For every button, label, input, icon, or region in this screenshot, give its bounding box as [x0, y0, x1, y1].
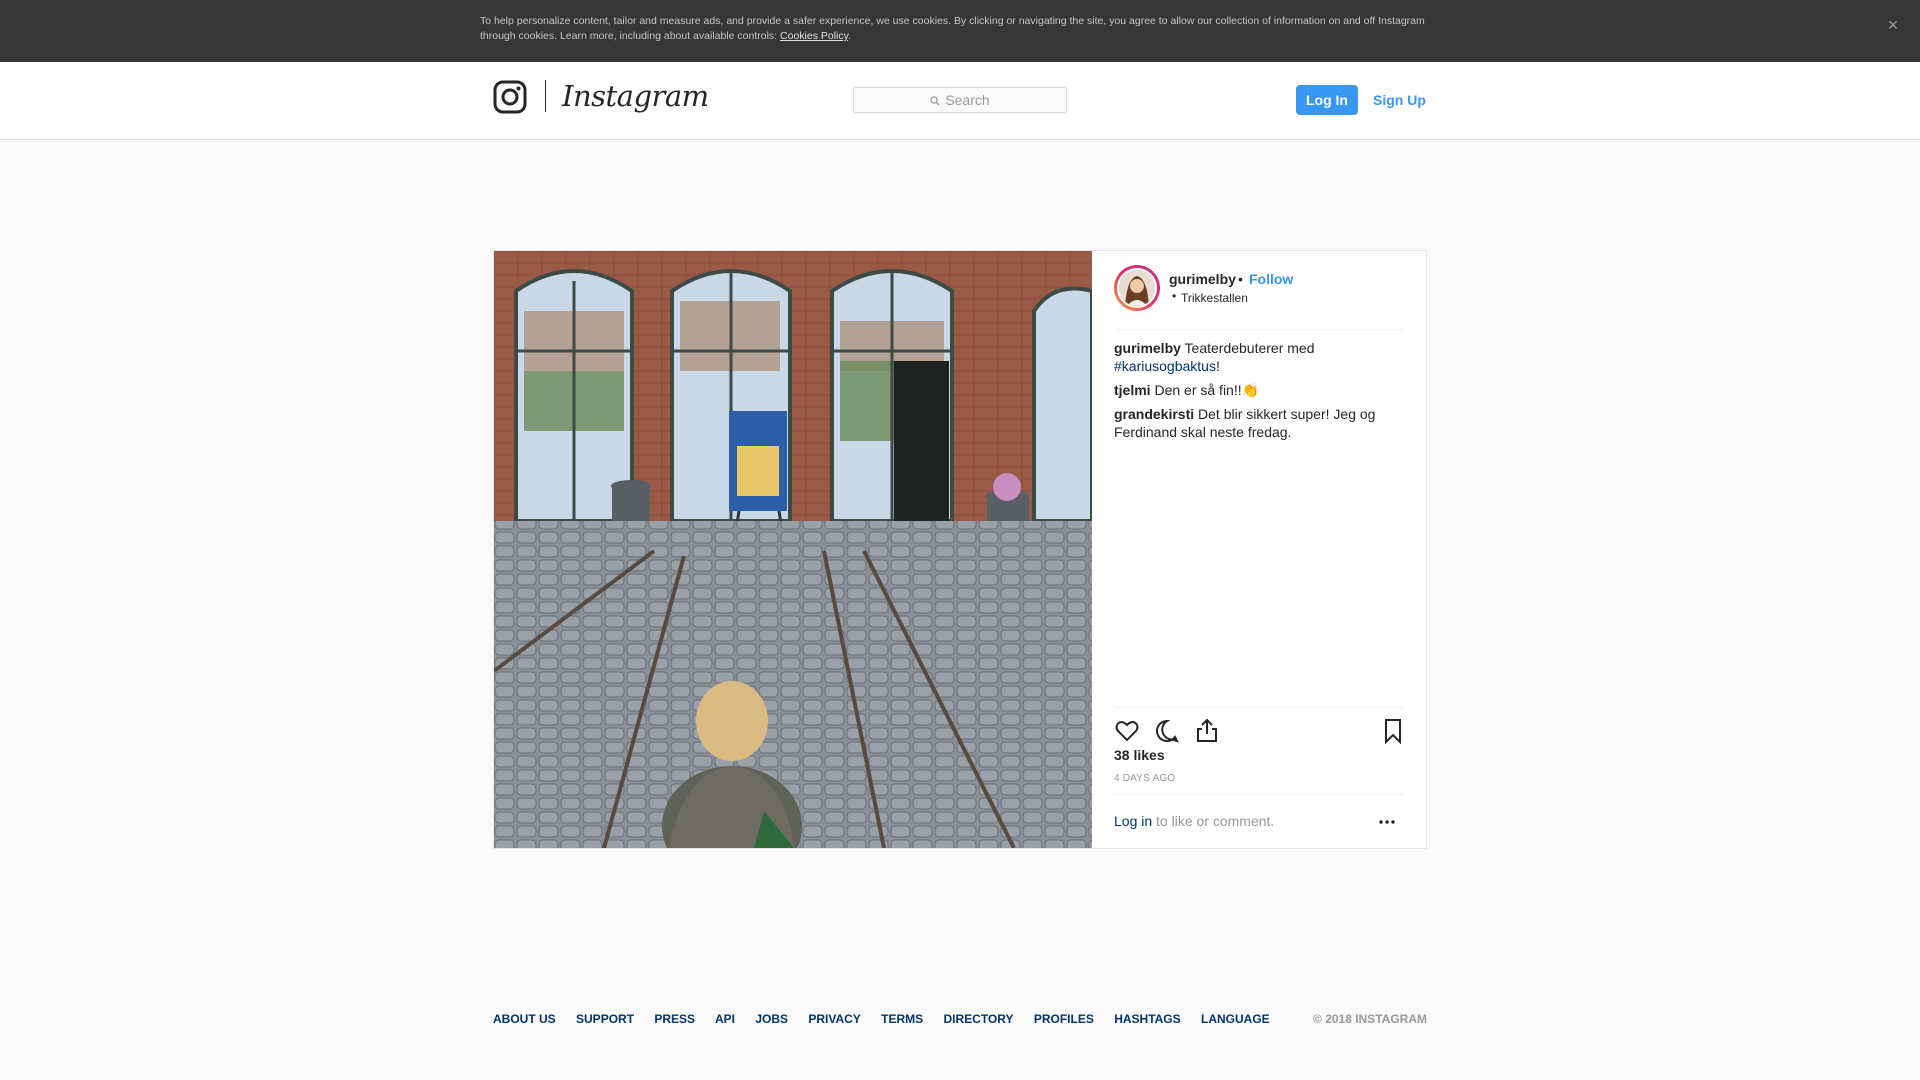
footer-link-support[interactable]: SUPPORT: [576, 1012, 634, 1026]
caption-text: Teaterdebuterer med: [1180, 340, 1315, 356]
post-header: gurimelby • Follow • Trikkestallen: [1114, 251, 1404, 330]
signup-link[interactable]: Sign Up: [1373, 85, 1426, 115]
footer-link-profiles[interactable]: PROFILES: [1034, 1012, 1094, 1026]
more-options-icon[interactable]: [1378, 815, 1396, 829]
caption-end: !: [1215, 358, 1220, 374]
post-card: gurimelby • Follow • Trikkestallen gurim…: [493, 250, 1427, 849]
footer-link-hashtags[interactable]: HASHTAGS: [1114, 1012, 1180, 1026]
login-prompt: Log in to like or comment.: [1114, 794, 1404, 849]
avatar[interactable]: [1117, 268, 1157, 308]
cookie-banner: To help personalize content, tailor and …: [0, 0, 1920, 62]
like-count[interactable]: 38 likes: [1114, 747, 1165, 763]
footer-link-jobs[interactable]: JOBS: [755, 1012, 788, 1026]
logo-divider: [545, 80, 546, 112]
footer-links: ABOUT US SUPPORT PRESS API JOBS PRIVACY …: [493, 1012, 1287, 1026]
cookie-message: To help personalize content, tailor and …: [480, 15, 1425, 42]
post-location[interactable]: Trikkestallen: [1181, 291, 1248, 305]
comment-item: tjelmi Den er så fin!!👏: [1114, 381, 1404, 399]
footer-link-press[interactable]: PRESS: [654, 1012, 695, 1026]
top-nav: Instagram Search Log In Sign Up: [0, 62, 1920, 140]
photo-illustration: [494, 251, 1092, 848]
footer-link-language[interactable]: LANGUAGE: [1201, 1012, 1270, 1026]
post-photo[interactable]: [494, 251, 1092, 848]
login-suffix: to like or comment.: [1152, 813, 1275, 829]
footer: ABOUT US SUPPORT PRESS API JOBS PRIVACY …: [493, 1012, 1427, 1032]
cookie-trailing: .: [848, 30, 852, 42]
comments-list: gurimelby Teaterdebuterer med #kariusogb…: [1114, 339, 1404, 447]
search-placeholder: Search: [945, 92, 990, 108]
post-sidebar: gurimelby • Follow • Trikkestallen gurim…: [1092, 251, 1426, 848]
search-input[interactable]: Search: [853, 87, 1067, 113]
copyright: © 2018 INSTAGRAM: [1313, 1012, 1427, 1026]
footer-link-about-us[interactable]: ABOUT US: [493, 1012, 556, 1026]
cookies-policy-link[interactable]: Cookies Policy: [780, 30, 848, 42]
instagram-wordmark[interactable]: Instagram: [562, 76, 709, 116]
comment-user[interactable]: tjelmi: [1114, 382, 1151, 398]
post-timestamp: 4 DAYS AGO: [1114, 773, 1176, 784]
footer-link-terms[interactable]: TERMS: [881, 1012, 923, 1026]
caption-hashtag[interactable]: #kariusogbaktus: [1114, 358, 1216, 374]
bookmark-icon[interactable]: [1380, 718, 1406, 744]
heart-icon[interactable]: [1114, 718, 1140, 744]
login-link[interactable]: Log in: [1114, 813, 1152, 829]
login-button[interactable]: Log In: [1296, 85, 1358, 115]
footer-link-privacy[interactable]: PRIVACY: [808, 1012, 860, 1026]
avatar-ring[interactable]: [1114, 265, 1160, 311]
close-icon[interactable]: ×: [1882, 14, 1904, 36]
footer-link-directory[interactable]: DIRECTORY: [943, 1012, 1013, 1026]
caption-user[interactable]: gurimelby: [1114, 340, 1181, 356]
comment-user[interactable]: grandekirsti: [1114, 406, 1194, 422]
search-icon: [930, 96, 940, 106]
footer-link-api[interactable]: API: [715, 1012, 735, 1026]
follow-separator: •: [1238, 271, 1243, 287]
avatar-image: [1119, 270, 1155, 306]
share-icon[interactable]: [1194, 718, 1220, 744]
follow-button[interactable]: Follow: [1249, 271, 1293, 287]
comment-text: Den er så fin!!👏: [1150, 382, 1260, 398]
comment-item: grandekirsti Det blir sikkert super! Jeg…: [1114, 405, 1404, 441]
instagram-camera-icon[interactable]: [493, 80, 527, 114]
comment-icon[interactable]: [1154, 718, 1180, 744]
cookie-text: To help personalize content, tailor and …: [480, 14, 1430, 44]
location-separator: •: [1172, 289, 1177, 303]
caption: gurimelby Teaterdebuterer med #kariusogb…: [1114, 339, 1404, 375]
post-username[interactable]: gurimelby: [1169, 271, 1236, 287]
